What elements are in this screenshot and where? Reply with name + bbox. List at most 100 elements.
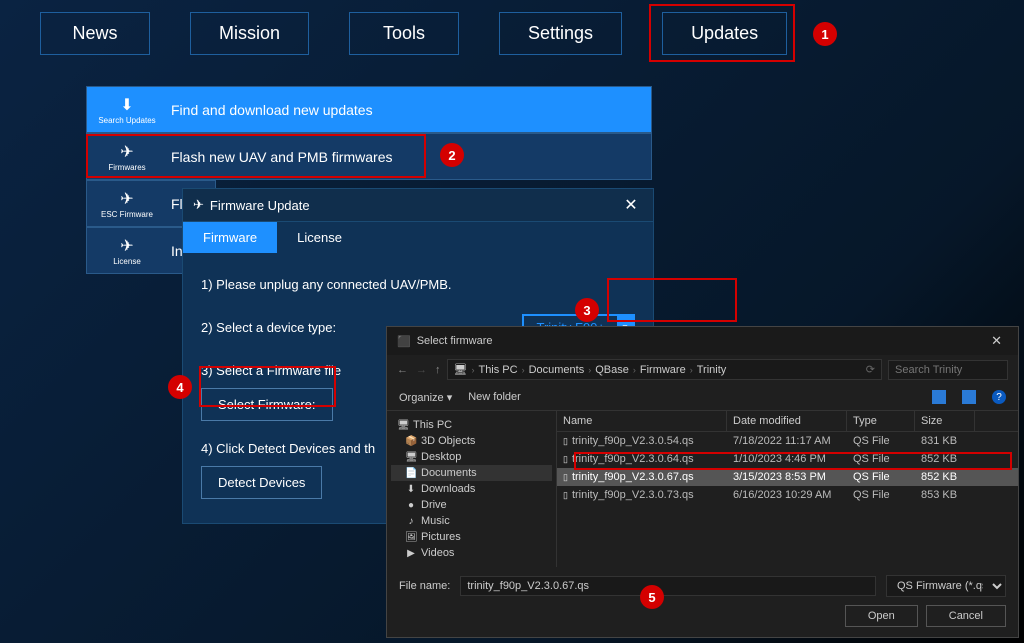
file-icon: ▯	[563, 490, 568, 501]
sideitem-firmwares[interactable]: ✈Firmwares Flash new UAV and PMB firmwar…	[86, 133, 652, 180]
sideitem-caption: Firmwares	[108, 163, 145, 172]
annotation-marker-1: 1	[813, 22, 837, 46]
tree-item[interactable]: ♪Music	[391, 513, 552, 529]
nav-up-icon[interactable]: ↑	[435, 364, 441, 376]
folder-tree: 🖥 This PC 📦3D Objects 🖥 Desktop 📄Documents ⬇ Do…	[387, 411, 557, 567]
tree-item[interactable]: 📄Documents	[391, 465, 552, 481]
tab-firmware[interactable]: Firmware	[183, 222, 277, 253]
filetype-filter[interactable]: QS Firmware (*.qs)	[886, 575, 1006, 597]
file-date: 6/16/2023 10:29 AM	[727, 486, 847, 504]
tree-label: Documents	[421, 467, 477, 479]
crumb-item[interactable]: This PC	[478, 364, 517, 376]
newfolder-button[interactable]: New folder	[468, 391, 521, 403]
open-button[interactable]: Open	[845, 605, 918, 627]
sideitem-caption: License	[113, 257, 141, 266]
folder-icon: 🖥	[454, 363, 468, 376]
file-type: QS File	[847, 432, 915, 450]
dialog-titlebar: ✈ Firmware Update ✕	[183, 189, 653, 222]
breadcrumb[interactable]: 🖥 › This PC › Documents › QBase › Firmwa…	[447, 359, 883, 380]
folder-icon: 📦	[405, 436, 417, 447]
dialog-title: Firmware Update	[210, 198, 619, 213]
file-type: QS File	[847, 450, 915, 468]
file-row[interactable]: ▯trinity_f90p_V2.3.0.54.qs7/18/2022 11:1…	[557, 432, 1018, 450]
file-name: trinity_f90p_V2.3.0.73.qs	[572, 489, 694, 501]
crumb-item[interactable]: Documents	[529, 364, 585, 376]
close-button[interactable]: ✕	[619, 195, 643, 215]
tree-item[interactable]: 📦3D Objects	[391, 433, 552, 449]
firmware-icon: ✈	[120, 189, 133, 209]
file-name: trinity_f90p_V2.3.0.67.qs	[572, 471, 694, 483]
folder-icon: 🖥	[405, 452, 417, 463]
refresh-icon[interactable]: ⟳	[866, 363, 875, 376]
close-button[interactable]: ✕	[985, 331, 1008, 351]
crumb-item[interactable]: Trinity	[697, 364, 727, 376]
file-list: Name Date modified Type Size ▯ trinity_f9…	[557, 411, 1018, 567]
filename-input[interactable]	[460, 576, 876, 596]
nav-news[interactable]: News	[40, 12, 150, 55]
file-name: trinity_f90p_V2.3.0.64.qs	[572, 453, 694, 465]
nav-mission[interactable]: Mission	[190, 12, 309, 55]
folder-icon: 🖥	[397, 420, 409, 431]
file-dialog-titlebar: ⬛ Select firmware ✕	[387, 327, 1018, 355]
tree-item[interactable]: ⬇ Downloads	[391, 481, 552, 497]
step1-text: 1) Please unplug any connected UAV/PMB.	[201, 277, 635, 292]
organize-menu[interactable]: Organize ▾	[399, 391, 452, 404]
nav-back-icon[interactable]: ←	[397, 364, 408, 376]
file-type: QS File	[847, 486, 915, 504]
crumb-item[interactable]: Firmware	[640, 364, 686, 376]
tree-label: Videos	[421, 547, 454, 559]
folder-icon: 🖼	[405, 532, 417, 543]
app-icon: ⬛	[397, 335, 411, 348]
file-size: 831 KB	[915, 432, 975, 450]
view-mode-icon[interactable]	[932, 390, 946, 404]
sideitem-caption: ESC Firmware	[101, 210, 153, 219]
tree-label: This PC	[413, 419, 452, 431]
top-nav: News Mission Tools Settings Updates	[0, 0, 1024, 67]
col-name[interactable]: Name	[557, 411, 727, 431]
nav-tools[interactable]: Tools	[349, 12, 459, 55]
cancel-button[interactable]: Cancel	[926, 605, 1006, 627]
file-icon: ▯	[563, 454, 568, 465]
detect-devices-button[interactable]: Detect Devices	[201, 466, 322, 499]
sideitem-label: Find and download new updates	[167, 102, 651, 118]
col-type[interactable]: Type	[847, 411, 915, 431]
file-dialog-bottom: File name: QS Firmware (*.qs)	[387, 567, 1018, 605]
tree-label: Downloads	[421, 483, 475, 495]
file-icon: ▯	[563, 436, 568, 447]
nav-settings[interactable]: Settings	[499, 12, 622, 55]
file-date: 1/10/2023 4:46 PM	[727, 450, 847, 468]
tree-item[interactable]: ●Drive	[391, 497, 552, 513]
search-input[interactable]	[888, 360, 1008, 380]
firmware-icon: ✈	[120, 142, 133, 162]
tree-item[interactable]: ▶ Videos	[391, 545, 552, 561]
preview-pane-icon[interactable]	[962, 390, 976, 404]
file-list-header: Name Date modified Type Size	[557, 411, 1018, 432]
file-size: 852 KB	[915, 450, 975, 468]
nav-updates[interactable]: Updates	[662, 12, 787, 55]
file-row[interactable]: ▯ trinity_f90p_V2.3.0.73.qs 6/16/2023 10:2…	[557, 486, 1018, 504]
folder-icon: ⬇	[405, 484, 417, 495]
col-date[interactable]: Date modified	[727, 411, 847, 431]
filename-label: File name:	[399, 580, 450, 592]
tree-item[interactable]: 🖥 This PC	[391, 417, 552, 433]
tree-item[interactable]: 🖥 Desktop	[391, 449, 552, 465]
firmware-icon: ✈	[120, 236, 133, 256]
file-row[interactable]: ▯trinity_f90p_V2.3.0.67.qs3/15/2023 8:53…	[557, 468, 1018, 486]
file-dialog-navbar: ← → ↑ 🖥 › This PC › Documents › QBase › …	[387, 355, 1018, 384]
annotation-marker-5: 5	[640, 585, 664, 609]
file-row[interactable]: ▯ trinity_f90p_V2.3.0.64.qs 1/10/2023 4:46…	[557, 450, 1018, 468]
file-size: 852 KB	[915, 468, 975, 486]
file-icon: ▯	[563, 472, 568, 483]
nav-forward-icon[interactable]: →	[416, 364, 427, 376]
tab-license[interactable]: License	[277, 222, 362, 253]
select-firmware-button[interactable]: Select Firmware:	[201, 388, 333, 421]
crumb-item[interactable]: QBase	[595, 364, 629, 376]
sideitem-search-updates[interactable]: ⬇Search Updates Find and download new up…	[86, 86, 652, 133]
tree-item[interactable]: 🖼Pictures	[391, 529, 552, 545]
col-size[interactable]: Size	[915, 411, 975, 431]
tree-label: Desktop	[421, 451, 461, 463]
folder-icon: ▶	[405, 548, 417, 559]
dialog-tabs: Firmware License	[183, 222, 653, 253]
help-icon[interactable]: ?	[992, 390, 1006, 404]
file-name: trinity_f90p_V2.3.0.54.qs	[572, 435, 694, 447]
